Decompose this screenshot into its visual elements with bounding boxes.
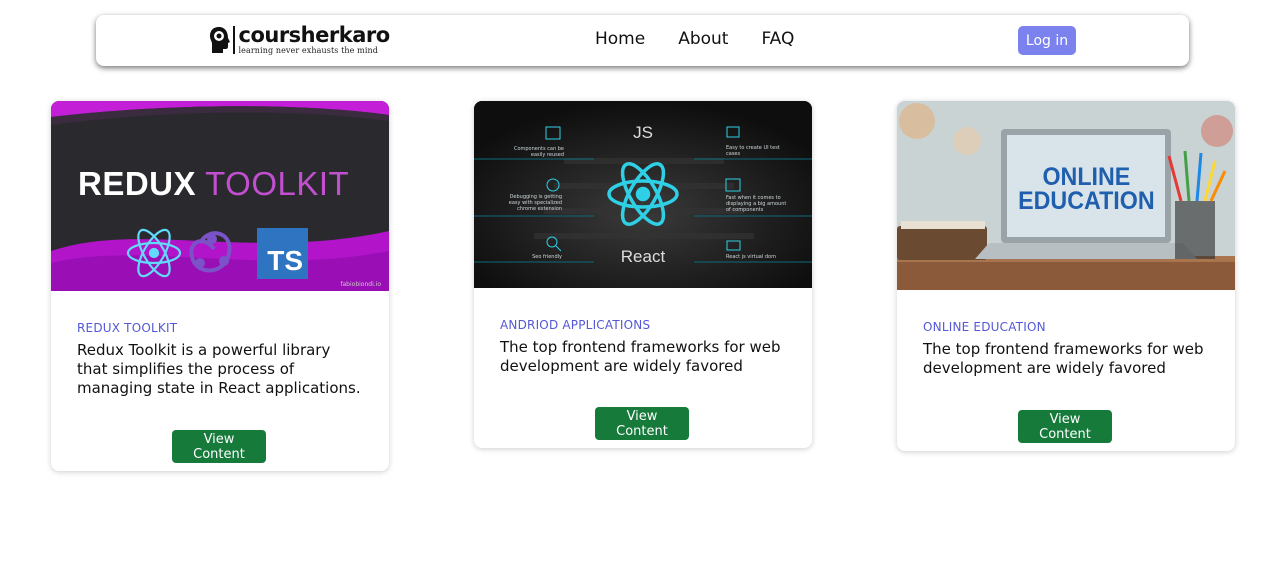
- course-card-react: JS React Components can be easily reused…: [474, 101, 812, 448]
- course-card-online-education: ONLINE EDUCATION ONLINE EDUCATION The to…: [897, 101, 1235, 451]
- card-body: REDUX TOOLKIT Redux Toolkit is a powerfu…: [51, 321, 389, 398]
- online-education-image-text: ONLINE EDUCATION: [1018, 163, 1155, 215]
- nav-home[interactable]: Home: [595, 29, 645, 49]
- view-content-button[interactable]: View Content: [1018, 410, 1112, 443]
- react-note: Easy to create UI test cases: [726, 145, 780, 157]
- logo-name: coursherkaro: [238, 23, 391, 47]
- navbar: coursherkaro learning never exhausts the…: [96, 15, 1189, 66]
- card-description: The top frontend frameworks for web deve…: [923, 340, 1204, 377]
- js-label: JS: [633, 123, 653, 142]
- view-content-button[interactable]: View Content: [595, 407, 689, 440]
- nav-faq[interactable]: FAQ: [761, 29, 794, 49]
- card-description: Redux Toolkit is a powerful library that…: [77, 341, 361, 397]
- card-description: The top frontend frameworks for web deve…: [500, 338, 781, 375]
- card-image-online-education: ONLINE EDUCATION: [897, 101, 1235, 290]
- book-icon: [897, 226, 987, 260]
- card-body: ONLINE EDUCATION The top frontend framew…: [897, 320, 1235, 378]
- card-image-redux: REDUX TOOLKIT TS fabiobiondi.io: [51, 101, 389, 291]
- image-credit: fabiobiondi.io: [340, 281, 381, 288]
- card-image-react: JS React Components can be easily reused…: [474, 101, 812, 288]
- card-category: REDUX TOOLKIT: [77, 321, 178, 335]
- login-button[interactable]: Log in: [1018, 26, 1076, 55]
- pencil-cup-icon: [1175, 201, 1215, 259]
- react-note: Debugging is getting easy with specializ…: [508, 194, 562, 212]
- logo-tagline: learning never exhausts the mind: [238, 46, 378, 55]
- logo-divider: [233, 26, 235, 54]
- redux-image-title: REDUX TOOLKIT: [78, 165, 350, 202]
- nav-links: Home About FAQ: [595, 29, 827, 49]
- course-card-redux: REDUX TOOLKIT TS fabiobiondi.io REDUX TO…: [51, 101, 389, 471]
- logo-text: coursherkaro learning never exhausts the…: [238, 23, 391, 55]
- card-body: ANDRIOD APPLICATIONS The top frontend fr…: [474, 318, 812, 376]
- react-note: Fast when it comes to displaying a big a…: [726, 195, 787, 213]
- react-note: Seo friendly: [532, 254, 562, 260]
- react-note: React js virtual dom: [726, 254, 776, 260]
- card-category: ONLINE EDUCATION: [923, 320, 1046, 334]
- typescript-badge: TS: [257, 228, 308, 279]
- head-gear-icon: [208, 26, 230, 54]
- view-content-button[interactable]: View Content: [172, 430, 266, 463]
- react-note: Components can be easily reused: [513, 146, 564, 158]
- card-category: ANDRIOD APPLICATIONS: [500, 318, 651, 332]
- nav-about[interactable]: About: [678, 29, 728, 49]
- logo[interactable]: coursherkaro learning never exhausts the…: [208, 25, 390, 55]
